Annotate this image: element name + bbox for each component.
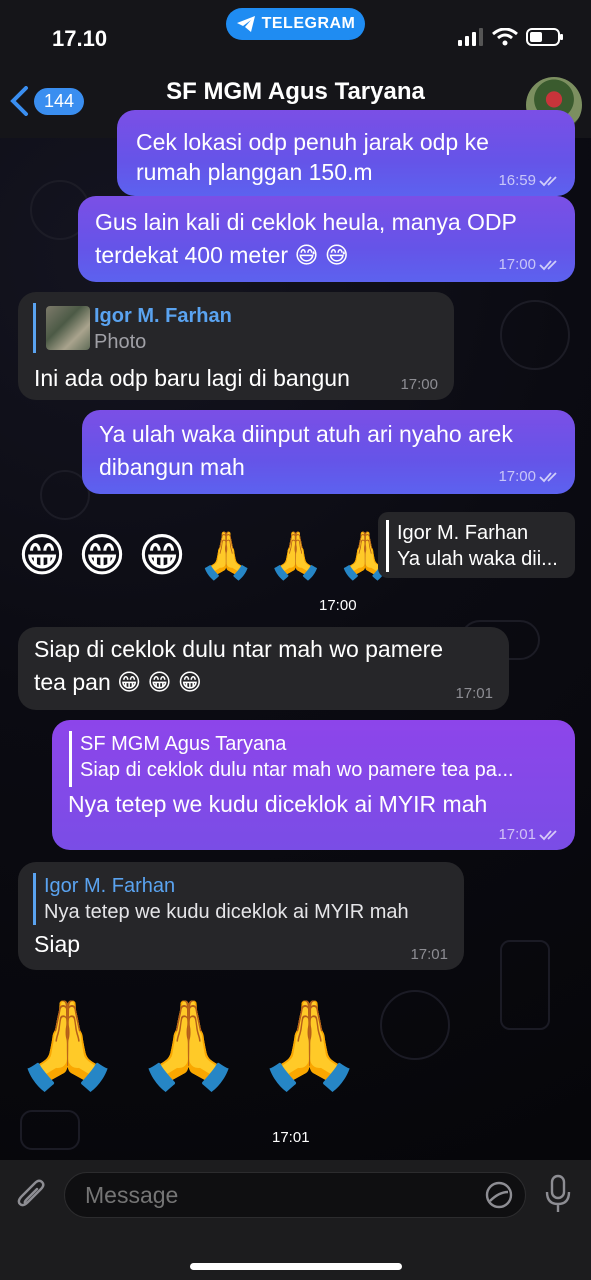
- emoji: 🙏: [197, 529, 256, 581]
- emoji: 🙏: [135, 997, 243, 1093]
- message-bubble-in[interactable]: Igor M. Farhan Photo Ini ada odp baru la…: [18, 292, 454, 400]
- home-indicator: [190, 1263, 402, 1270]
- message-bubble-out[interactable]: Ya ulah waka diinput atuh ari nyaho arek…: [82, 410, 575, 494]
- emoji: 🙏: [267, 529, 325, 581]
- message-text: Ini ada odp baru lagi di bangun: [34, 365, 350, 391]
- reply-text: Ya ulah waka dii...: [397, 548, 558, 570]
- emoji-message[interactable]: 🙏 🙏 🙏: [14, 994, 377, 1095]
- reply-quote-bubble[interactable]: Igor M. Farhan Ya ulah waka dii...: [378, 512, 575, 578]
- read-ticks-icon: [539, 830, 557, 841]
- message-input-bar: [0, 1160, 591, 1280]
- message-text: Ya ulah waka diinput atuh ari nyaho arek: [99, 421, 513, 447]
- message-bubble-in[interactable]: Igor M. Farhan Nya tetep we kudu diceklo…: [18, 862, 464, 970]
- message-time: 17:01: [272, 1129, 310, 1146]
- reply-author: Igor M. Farhan: [44, 875, 176, 897]
- reply-text: Photo: [94, 331, 147, 353]
- message-time: 17:01: [498, 826, 536, 843]
- message-time: 17:01: [410, 946, 448, 963]
- reply-author: Igor M. Farhan: [397, 522, 529, 544]
- emoji: 🙏: [14, 997, 122, 1093]
- emoji: 😁: [18, 529, 66, 581]
- mic-icon[interactable]: [545, 1174, 571, 1214]
- message-time: 17:00: [498, 468, 536, 485]
- message-time: 16:59: [498, 172, 536, 189]
- message-text: Nya tetep we kudu diceklok ai MYIR mah: [68, 791, 488, 817]
- message-text: terdekat 400 meter 😅 😅: [95, 242, 349, 268]
- message-text: Gus lain kali di ceklok heula, manya ODP: [95, 209, 517, 235]
- reply-text: Nya tetep we kudu diceklok ai MYIR mah: [44, 901, 409, 923]
- message-text: rumah planggan 150.m: [136, 159, 373, 185]
- reply-quote[interactable]: Igor M. Farhan Nya tetep we kudu diceklo…: [33, 873, 453, 925]
- reply-quote[interactable]: SF MGM Agus Taryana Siap di ceklok dulu …: [69, 731, 559, 787]
- message-text: Siap: [34, 931, 81, 957]
- emoji-message[interactable]: 😁 😁 😁 🙏 🙏 🙏: [18, 528, 406, 583]
- reply-author: SF MGM Agus Taryana: [80, 733, 287, 755]
- sticker-icon[interactable]: [484, 1180, 514, 1210]
- message-text: dibangun mah: [99, 454, 245, 480]
- message-bubble-out[interactable]: Gus lain kali di ceklok heula, manya ODP…: [78, 196, 575, 282]
- read-ticks-icon: [539, 472, 557, 483]
- reply-author: Igor M. Farhan: [94, 305, 232, 327]
- emoji: 😁: [77, 529, 126, 581]
- message-input[interactable]: [64, 1172, 526, 1218]
- read-ticks-icon: [539, 260, 557, 271]
- message-time: 17:00: [498, 256, 536, 273]
- message-bubble-out[interactable]: SF MGM Agus Taryana Siap di ceklok dulu …: [52, 720, 575, 850]
- message-time: 17:01: [455, 685, 493, 702]
- reply-text: Siap di ceklok dulu ntar mah wo pamere t…: [80, 759, 514, 781]
- message-text: tea pan 😁 😁 😁: [34, 669, 202, 695]
- message-time: 17:00: [319, 597, 357, 614]
- photo-thumbnail: [46, 306, 90, 350]
- attach-icon[interactable]: [16, 1178, 48, 1212]
- message-text: Siap di ceklok dulu ntar mah wo pamere: [34, 636, 444, 662]
- reply-quote[interactable]: Igor M. Farhan Photo: [33, 303, 283, 353]
- read-ticks-icon: [539, 176, 557, 187]
- emoji: 😁: [137, 529, 186, 581]
- emoji: 🙏: [256, 997, 364, 1093]
- message-time: 17:00: [400, 376, 438, 393]
- message-bubble-in[interactable]: Siap di ceklok dulu ntar mah wo pamere t…: [18, 627, 509, 710]
